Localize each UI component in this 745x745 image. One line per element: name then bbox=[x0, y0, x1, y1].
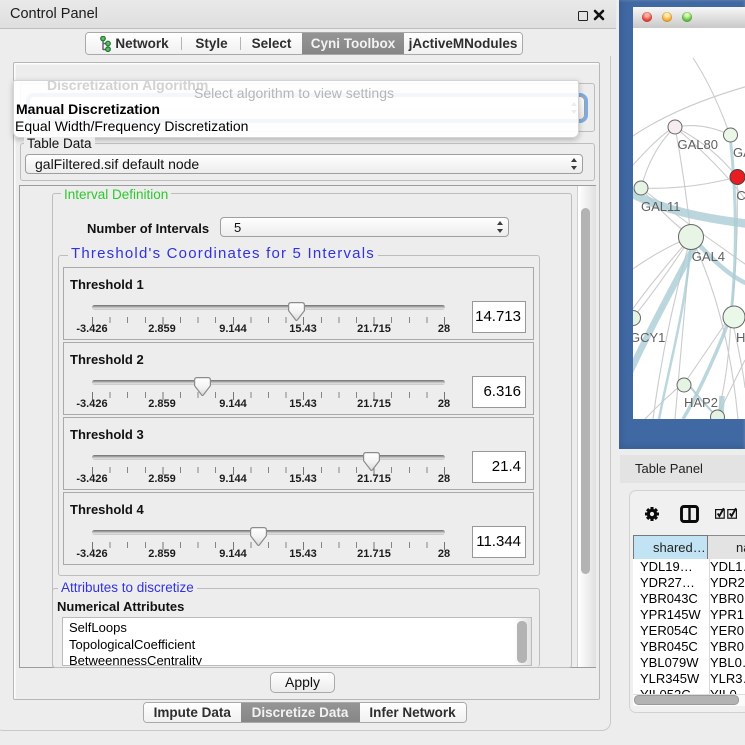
svg-text:GCY1: GCY1 bbox=[633, 330, 665, 345]
svg-text:GAL80: GAL80 bbox=[678, 137, 718, 152]
svg-text:GAL11: GAL11 bbox=[641, 199, 681, 214]
svg-text:GA: GA bbox=[733, 145, 745, 160]
svg-text:H: H bbox=[736, 330, 745, 345]
svg-text:HAP2: HAP2 bbox=[684, 395, 718, 410]
svg-text:GAL4: GAL4 bbox=[692, 249, 725, 264]
svg-text:CY: CY bbox=[736, 188, 745, 203]
